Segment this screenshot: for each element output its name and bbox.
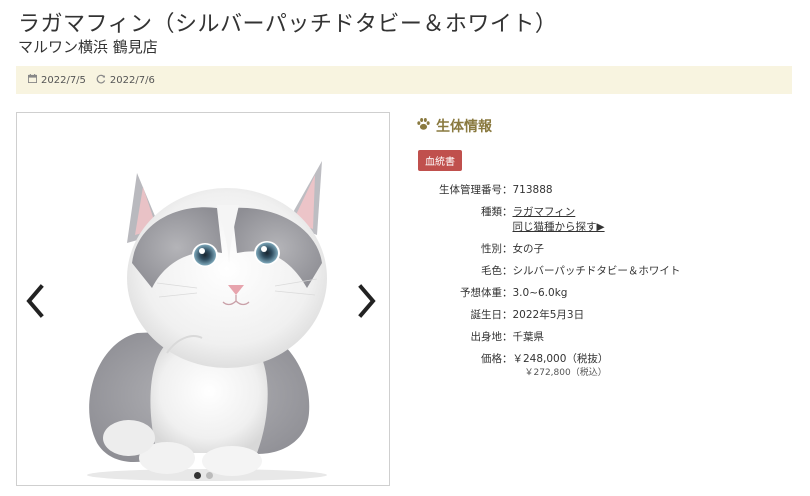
paw-icon bbox=[416, 117, 431, 135]
registered-date: 2022/7/5 bbox=[28, 74, 86, 86]
cat-photo bbox=[87, 161, 327, 481]
chevron-left-icon bbox=[26, 284, 44, 318]
spec-value: シルバーパッチドタビー＆ホワイト bbox=[512, 265, 681, 277]
spec-value: 女の子 bbox=[512, 243, 545, 255]
spec-key: 生体管理番号 bbox=[439, 184, 502, 196]
calendar-icon bbox=[28, 74, 37, 86]
next-photo-button[interactable] bbox=[353, 281, 381, 321]
same-breed-search-link[interactable]: 同じ猫種から探す▶ bbox=[513, 221, 605, 233]
price-excl-tax: ￥248,000（税抜） bbox=[512, 353, 609, 365]
spec-row: 毛色 ： シルバーパッチドタビー＆ホワイト bbox=[416, 264, 680, 286]
pedigree-badge: 血統書 bbox=[418, 150, 462, 171]
spec-row: 性別 ： 女の子 bbox=[416, 242, 680, 264]
updated-date-text: 2022/7/6 bbox=[109, 74, 155, 86]
spec-key: 誕生日 bbox=[470, 309, 503, 321]
info-heading-text: 生体情報 bbox=[436, 119, 492, 135]
carousel-dot-2[interactable] bbox=[205, 472, 213, 479]
updated-date: 2022/7/6 bbox=[96, 74, 155, 87]
spec-value: 3.0~6.0kg bbox=[512, 287, 568, 299]
spec-colon: ： bbox=[502, 243, 513, 255]
carousel-dot-1[interactable] bbox=[193, 472, 201, 479]
shop-name: マルワン横浜 鶴見店 bbox=[18, 38, 158, 56]
spec-row: 価格 ： ￥248,000（税抜） ￥272,800（税込） bbox=[416, 352, 680, 387]
spec-colon: ： bbox=[502, 184, 513, 196]
spec-key: 価格 bbox=[481, 353, 502, 365]
spec-value: ￥248,000（税抜） ￥272,800（税込） bbox=[513, 352, 681, 387]
spec-key: 出身地 bbox=[470, 331, 503, 343]
spec-colon: ： bbox=[502, 287, 513, 299]
refresh-icon bbox=[96, 74, 106, 87]
spec-value: 2022年5月3日 bbox=[512, 309, 585, 321]
spec-row: 種類 ： ラガマフィン 同じ猫種から探す▶ bbox=[416, 205, 680, 242]
page-title: ラガマフィン（シルバーパッチドタビー＆ホワイト） bbox=[18, 12, 558, 37]
spec-colon: ： bbox=[502, 309, 513, 321]
spec-row: 予想体重 ： 3.0~6.0kg bbox=[416, 286, 680, 308]
spec-row: 生体管理番号 ： 713888 bbox=[416, 183, 680, 205]
spec-value: ラガマフィン 同じ猫種から探す▶ bbox=[513, 205, 681, 242]
spec-key: 予想体重 bbox=[460, 287, 502, 299]
date-bar: 2022/7/5 2022/7/6 bbox=[16, 66, 792, 94]
price-incl-tax: ￥272,800（税込） bbox=[524, 368, 607, 378]
spec-value: 713888 bbox=[512, 184, 553, 196]
carousel-dots bbox=[17, 472, 389, 479]
spec-colon: ： bbox=[502, 331, 513, 343]
spec-key: 毛色 bbox=[481, 265, 502, 277]
photo-carousel[interactable] bbox=[16, 112, 390, 486]
pet-info-panel: 生体情報 血統書 生体管理番号 ： 713888 種類 ： ラガマフィン 同じ猫… bbox=[416, 112, 796, 387]
spec-colon: ： bbox=[502, 353, 513, 365]
spec-colon: ： bbox=[502, 206, 513, 218]
registered-date-text: 2022/7/5 bbox=[41, 74, 86, 86]
spec-row: 出身地 ： 千葉県 bbox=[416, 330, 680, 352]
spec-value: 千葉県 bbox=[512, 331, 545, 343]
spec-key: 種類 bbox=[481, 206, 502, 218]
info-heading: 生体情報 bbox=[416, 116, 796, 136]
prev-photo-button[interactable] bbox=[21, 281, 49, 321]
spec-row: 誕生日 ： 2022年5月3日 bbox=[416, 308, 680, 330]
chevron-right-icon bbox=[358, 284, 376, 318]
spec-key: 性別 bbox=[481, 243, 502, 255]
spec-table: 生体管理番号 ： 713888 種類 ： ラガマフィン 同じ猫種から探す▶ 性別… bbox=[416, 183, 680, 387]
breed-link[interactable]: ラガマフィン bbox=[513, 206, 576, 218]
spec-colon: ： bbox=[502, 265, 513, 277]
